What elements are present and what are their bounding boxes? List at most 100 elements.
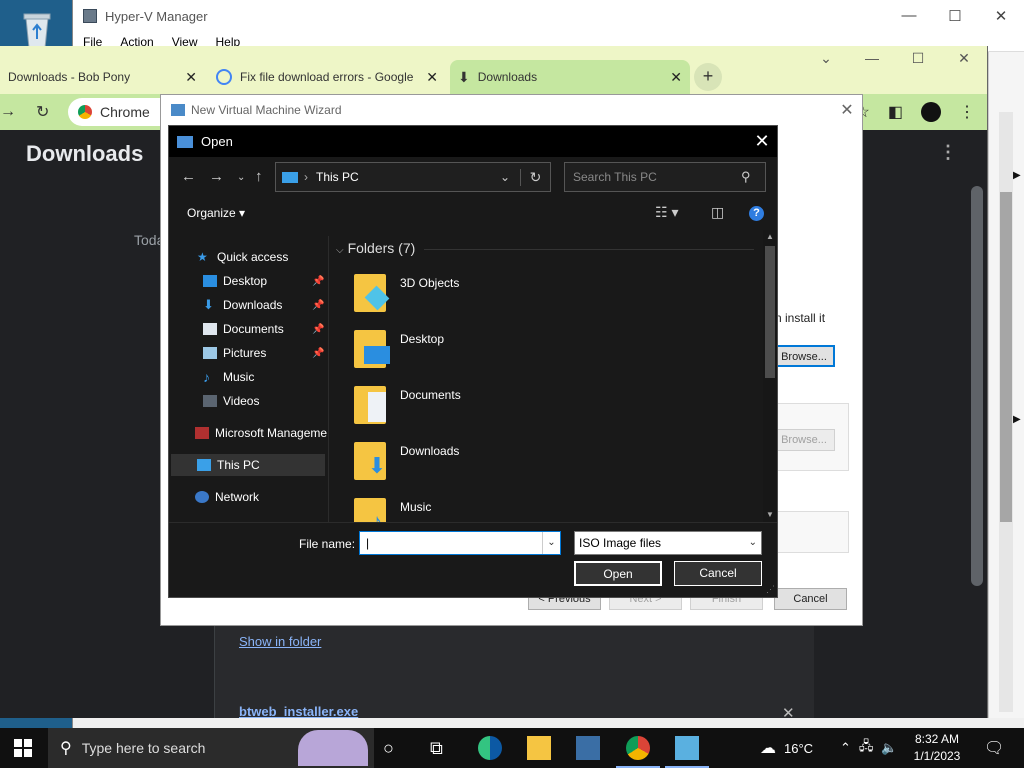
file-list-scrollbar[interactable]: ▲ ▼ xyxy=(763,230,777,522)
nav-this-pc[interactable]: This PC xyxy=(171,454,325,476)
folder-desktop[interactable]: Desktop xyxy=(354,326,614,374)
nav-label: This PC xyxy=(217,458,260,472)
expand-right-arrow-icon-2[interactable]: ▶ xyxy=(1013,414,1021,425)
side-panel-icon[interactable]: ◧ xyxy=(888,102,903,122)
folder-music[interactable]: ♪ Music xyxy=(354,494,614,522)
google-icon xyxy=(216,69,232,85)
navigation-pane: ★ Quick access Desktop 📌 ⬇ Downloads 📌 D… xyxy=(169,236,329,522)
maximize-icon[interactable]: ☐ xyxy=(895,50,941,67)
file-explorer-icon[interactable] xyxy=(527,736,551,760)
file-type-select[interactable]: ISO Image files ⌄ xyxy=(574,531,762,555)
tab-downloads-bob-pony[interactable]: Downloads - Bob Pony ✕ xyxy=(0,60,205,94)
resize-grip-icon[interactable]: ⋰ xyxy=(766,584,775,595)
scroll-up-arrow-icon[interactable]: ▲ xyxy=(766,232,774,241)
folder-3d-objects[interactable]: 3D Objects xyxy=(354,270,614,318)
help-icon[interactable]: ? xyxy=(749,206,764,221)
close-tab-icon[interactable]: ✕ xyxy=(422,69,438,86)
wizard-cancel-button[interactable]: Cancel xyxy=(774,588,847,610)
nav-music[interactable]: ♪ Music xyxy=(169,366,329,388)
nav-downloads[interactable]: ⬇ Downloads 📌 xyxy=(169,294,329,316)
tab-label: Fix file download errors - Google xyxy=(240,70,414,84)
file-name-dropdown-icon[interactable]: ⌄ xyxy=(542,532,560,554)
hyperv-actions-pane: ▲ ▶ ▶ xyxy=(988,52,1024,718)
chevron-up-icon[interactable]: ⌃ xyxy=(840,740,851,756)
nav-quick-access[interactable]: ★ Quick access xyxy=(169,246,329,268)
remove-download-icon[interactable]: ✕ xyxy=(782,704,795,722)
tab-search-chevron-icon[interactable]: ⌄ xyxy=(803,50,849,67)
clock-date: 1/1/2023 xyxy=(913,749,961,763)
kebab-menu-icon[interactable]: ⋮ xyxy=(959,102,975,122)
close-icon[interactable]: ✕ xyxy=(941,50,987,67)
chrome-taskbar-icon[interactable] xyxy=(616,736,660,768)
folder-downloads[interactable]: ⬇ Downloads xyxy=(354,438,614,486)
folder-documents-icon xyxy=(354,386,386,424)
open-dialog-title-bar[interactable]: Open ✕ xyxy=(169,126,777,157)
tab-fix-download-errors[interactable]: Fix file download errors - Google ✕ xyxy=(208,60,446,94)
cancel-button[interactable]: Cancel xyxy=(674,561,762,586)
minimize-icon[interactable]: — xyxy=(849,50,895,67)
file-name-input[interactable]: | ⌄ xyxy=(359,531,561,555)
browse-button[interactable]: Browse... xyxy=(773,345,835,367)
change-view-icon[interactable]: ☷ ▾ xyxy=(655,204,678,221)
close-icon[interactable]: ✕ xyxy=(978,7,1024,25)
clock[interactable]: 8:32 AM 1/1/2023 xyxy=(906,731,968,765)
wizard-title-bar[interactable]: New Virtual Machine Wizard ✕ xyxy=(161,95,862,125)
hyperv-title-bar[interactable]: Hyper-V Manager — ☐ ✕ xyxy=(73,0,1024,32)
microsoft-store-icon[interactable] xyxy=(576,736,600,760)
folder-documents[interactable]: Documents xyxy=(354,382,614,430)
nav-microsoft-management[interactable]: Microsoft Manageme xyxy=(169,422,329,444)
edge-browser-icon[interactable] xyxy=(478,736,502,760)
scroll-thumb[interactable] xyxy=(1000,192,1012,522)
preview-pane-icon[interactable]: ◫ xyxy=(711,204,724,221)
tab-downloads-active[interactable]: ⬇ Downloads ✕ xyxy=(450,60,690,94)
volume-icon[interactable]: 🔈 xyxy=(881,740,897,756)
reload-icon[interactable]: ↻ xyxy=(36,102,64,122)
notifications-icon[interactable]: 🗨 xyxy=(984,738,1004,758)
hyperv-scrollbar[interactable] xyxy=(999,112,1013,712)
tab-label: Downloads - Bob Pony xyxy=(8,70,131,84)
expand-right-arrow-icon[interactable]: ▶ xyxy=(1013,170,1021,181)
weather-widget[interactable]: ☁ 16°C xyxy=(760,728,813,768)
profile-avatar-icon[interactable] xyxy=(921,102,941,122)
close-icon[interactable]: ✕ xyxy=(747,131,777,152)
hyperv-app-icon xyxy=(83,9,97,23)
close-tab-icon[interactable]: ✕ xyxy=(181,69,197,86)
close-icon[interactable]: ✕ xyxy=(832,100,862,120)
nav-pictures[interactable]: Pictures 📌 xyxy=(169,342,329,364)
network-tray-icon[interactable]: 🖧 xyxy=(859,737,874,759)
cortana-icon[interactable]: ○ xyxy=(383,738,394,759)
up-arrow-icon[interactable]: ↑ xyxy=(255,168,263,185)
forward-arrow-icon[interactable]: → xyxy=(0,103,28,121)
taskbar-search-box[interactable]: ⚲ Type here to search xyxy=(48,728,374,768)
browse-button-disabled[interactable]: Browse... xyxy=(773,429,835,451)
scroll-thumb[interactable] xyxy=(765,246,775,378)
nav-desktop[interactable]: Desktop 📌 xyxy=(169,270,329,292)
more-menu-icon[interactable]: ⋮ xyxy=(939,142,957,163)
refresh-icon[interactable]: ↻ xyxy=(520,168,550,186)
chrome-scrollbar[interactable] xyxy=(971,186,983,586)
folders-group-header[interactable]: ⌵ Folders (7) xyxy=(336,240,415,256)
nav-videos[interactable]: Videos xyxy=(169,390,329,412)
nav-documents[interactable]: Documents 📌 xyxy=(169,318,329,340)
address-dropdown-icon[interactable]: ⌄ xyxy=(490,170,520,184)
download-file-link[interactable]: btweb_installer.exe xyxy=(239,704,358,719)
task-view-icon[interactable]: ⧉ xyxy=(430,738,443,759)
folder-label: Documents xyxy=(400,388,461,402)
new-tab-button[interactable]: + xyxy=(694,63,722,91)
recent-locations-chevron-icon[interactable]: ⌄ xyxy=(237,172,245,183)
hyperv-taskbar-icon[interactable] xyxy=(665,736,709,768)
scroll-down-arrow-icon[interactable]: ▼ xyxy=(766,510,774,519)
back-arrow-icon[interactable]: ← xyxy=(181,168,196,185)
organize-button[interactable]: Organize ▾ xyxy=(187,206,245,220)
show-in-folder-link[interactable]: Show in folder xyxy=(239,634,321,649)
search-input[interactable]: Search This PC ⚲ xyxy=(564,162,766,192)
minimize-icon[interactable]: — xyxy=(886,7,932,25)
search-icon: ⚲ xyxy=(60,740,72,757)
nav-network[interactable]: Network xyxy=(169,486,329,508)
windows-start-icon[interactable] xyxy=(14,739,32,757)
close-tab-icon[interactable]: ✕ xyxy=(666,69,682,86)
open-button[interactable]: Open xyxy=(574,561,662,586)
address-bar[interactable]: › This PC ⌄ ↻ xyxy=(275,162,551,192)
forward-arrow-icon[interactable]: → xyxy=(209,168,224,185)
maximize-icon[interactable]: ☐ xyxy=(932,7,978,25)
